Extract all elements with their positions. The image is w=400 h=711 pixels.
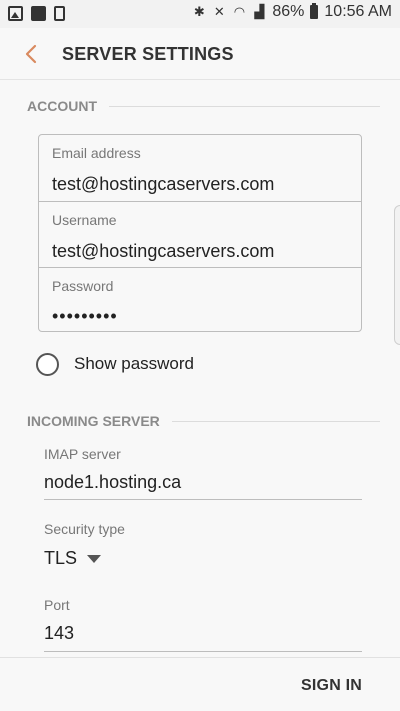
incoming-heading-text: INCOMING SERVER: [27, 413, 160, 429]
status-bar: ✱ ✕ ◠ ▟ 86% 10:56 AM: [0, 0, 400, 28]
activity-icon: [31, 6, 46, 21]
account-heading-text: ACCOUNT: [27, 98, 97, 114]
status-bar-system: ✱ ✕ ◠ ▟ 86% 10:56 AM: [192, 3, 392, 21]
security-type-value: TLS: [44, 548, 78, 568]
imap-server-underline: [44, 499, 362, 500]
section-divider: [171, 420, 380, 422]
bluetooth-icon: ✱: [193, 4, 205, 19]
imap-server-value[interactable]: node1.hosting.ca: [44, 472, 362, 493]
username-field[interactable]: Username test@hostingcaservers.com: [39, 201, 361, 267]
account-fields-box: Email address test@hostingcaservers.com …: [38, 134, 362, 332]
section-divider: [109, 105, 380, 107]
clipboard-icon: [54, 6, 65, 21]
incoming-section-heading: INCOMING SERVER: [27, 411, 380, 431]
imap-server-field[interactable]: IMAP server node1.hosting.ca: [44, 446, 362, 493]
account-section-heading: ACCOUNT: [27, 96, 380, 116]
email-label: Email address: [52, 145, 141, 161]
mute-icon: ✕: [213, 4, 225, 19]
port-value[interactable]: 143: [44, 623, 362, 644]
password-label: Password: [52, 278, 114, 294]
email-field[interactable]: Email address test@hostingcaservers.com: [39, 135, 361, 201]
battery-icon: [310, 3, 319, 19]
sign-in-button[interactable]: SIGN IN: [301, 677, 362, 695]
clock: 10:56 AM: [324, 3, 392, 20]
imap-server-label: IMAP server: [44, 446, 121, 462]
port-underline: [44, 651, 362, 652]
wifi-icon: ◠: [233, 4, 246, 19]
show-password-option[interactable]: Show password: [36, 351, 194, 377]
dropdown-arrow-icon: [87, 554, 102, 563]
port-label: Port: [44, 597, 70, 613]
security-type-label: Security type: [44, 521, 125, 537]
chevron-left-icon: [25, 44, 37, 64]
status-bar-notifications: [8, 6, 65, 21]
show-password-radio[interactable]: [36, 352, 59, 376]
back-button[interactable]: [22, 42, 42, 66]
security-type-field: Security type: [44, 521, 362, 537]
email-value[interactable]: test@hostingcaservers.com: [52, 174, 274, 195]
edge-panel-handle[interactable]: [394, 205, 400, 345]
port-field[interactable]: Port 143: [44, 597, 362, 644]
password-field[interactable]: Password •••••••••: [39, 267, 361, 333]
show-password-label: Show password: [74, 354, 195, 373]
app-header: SERVER SETTINGS: [0, 28, 400, 80]
username-label: Username: [52, 212, 117, 228]
page-title: SERVER SETTINGS: [62, 44, 234, 64]
security-type-dropdown[interactable]: TLS: [44, 548, 102, 569]
battery-percent: 86%: [272, 3, 305, 20]
gallery-icon: [8, 6, 23, 21]
signal-icon: ▟: [254, 4, 265, 19]
username-value[interactable]: test@hostingcaservers.com: [52, 241, 274, 262]
bottom-action-bar: SIGN IN: [0, 657, 400, 711]
password-value[interactable]: •••••••••: [52, 306, 118, 327]
